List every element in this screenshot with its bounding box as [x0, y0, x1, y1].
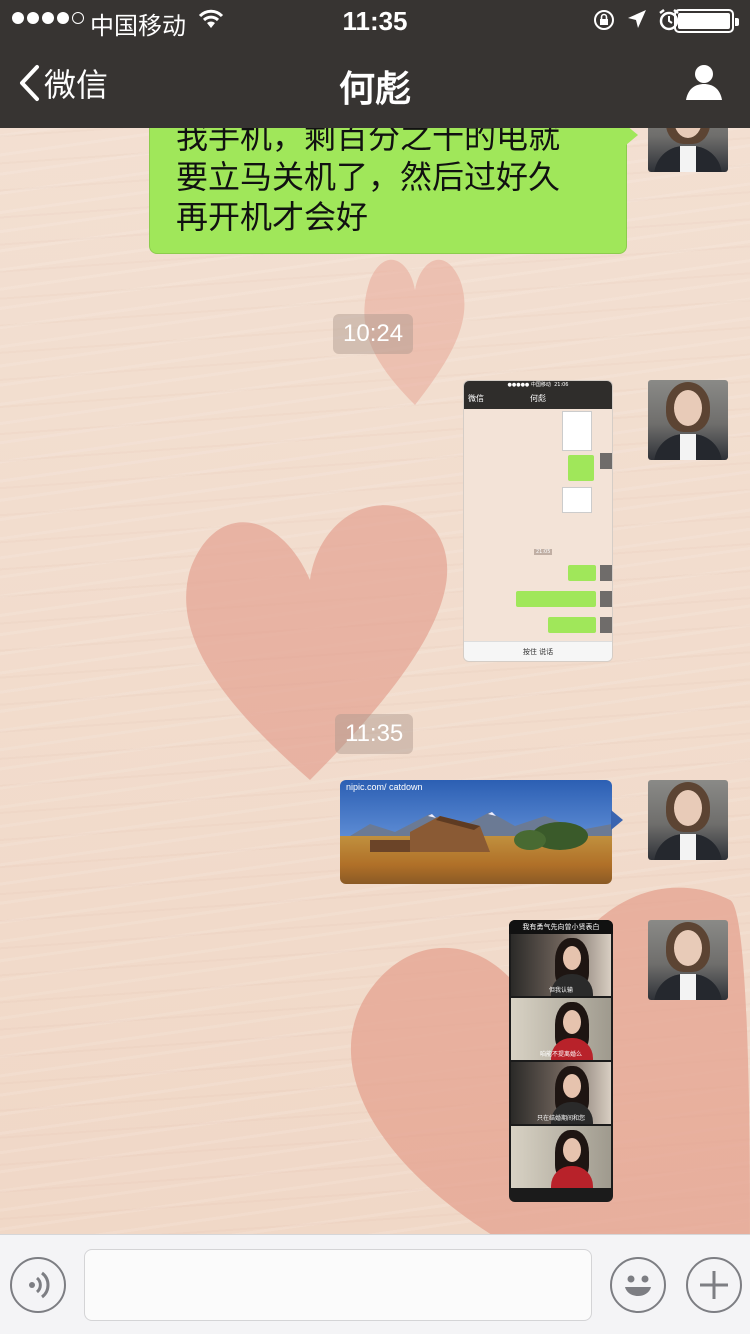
voice-button[interactable]: [10, 1257, 66, 1313]
avatar[interactable]: [648, 780, 728, 860]
more-button[interactable]: [686, 1257, 742, 1313]
location-arrow-icon: [628, 10, 646, 28]
meme-panel: 但我认输: [511, 934, 611, 996]
status-bar: 中国移动 11:35: [0, 0, 750, 40]
time-divider: 11:35: [335, 714, 414, 754]
voice-icon: [29, 1271, 50, 1299]
message-input[interactable]: [84, 1249, 592, 1321]
meme-panel: [511, 1126, 611, 1188]
thumbnail-time: 21:05: [534, 549, 553, 555]
thumbnail-status-bar: ●●●●● 中国移动 21:06: [464, 381, 612, 389]
top-bar: 中国移动 11:35 微信 何彪: [0, 0, 750, 128]
avatar[interactable]: [648, 920, 728, 1000]
image-watermark: nipic.com/ catdown: [346, 782, 423, 792]
nav-bar: 微信 何彪: [0, 40, 750, 128]
thumbnail-input-bar: 按住 说话: [464, 641, 612, 661]
meme-caption: 我有勇气先向曾小贤表白: [509, 920, 613, 934]
thumbnail-title: 何彪: [530, 394, 546, 403]
thumbnail-nav-bar: 微信 何彪: [464, 389, 612, 409]
message-line: 要立马关机了，然后过好久: [176, 158, 561, 196]
thumbnail-chat: 21:05: [464, 409, 612, 641]
screenshot-image-message[interactable]: ●●●●● 中国移动 21:06 微信 何彪 21:05 按住 说话: [463, 380, 613, 662]
bubble-tail: [611, 810, 623, 830]
chat-title: 何彪: [338, 69, 411, 110]
chat-input-bar: [0, 1234, 750, 1334]
landscape-image-message[interactable]: nipic.com/ catdown: [340, 780, 612, 884]
rotation-lock-icon: [594, 10, 614, 30]
contact-profile-icon[interactable]: [684, 62, 724, 102]
time-divider: 10:24: [333, 314, 414, 354]
barn-and-trees: [370, 816, 588, 852]
emoji-button[interactable]: [610, 1257, 666, 1313]
background-heart-large: [186, 505, 448, 780]
meme-panel: 咱能不提离婚么: [511, 998, 611, 1060]
meme-image-message[interactable]: 我有勇气先向曾小贤表白 但我认输 咱能不提离婚么 只在结婚期间和您: [509, 920, 613, 1202]
avatar[interactable]: [648, 380, 728, 460]
emoji-icon: [625, 1275, 651, 1296]
meme-panel: 只在结婚期间和您: [511, 1062, 611, 1124]
bubble-tail: [626, 125, 638, 145]
battery-icon: [674, 9, 739, 33]
plus-icon: [700, 1271, 728, 1299]
message-line: 再开机才会好: [176, 198, 369, 236]
